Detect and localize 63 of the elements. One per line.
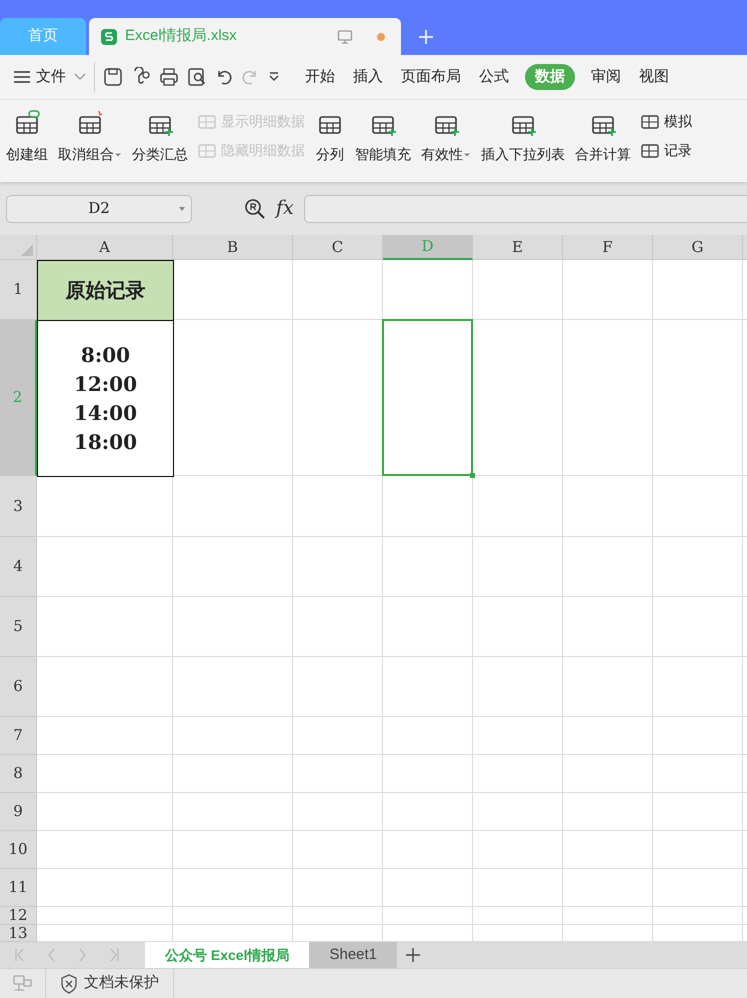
row-header[interactable]: 13: [0, 925, 37, 942]
ribbon-button[interactable]: 取消组合: [58, 110, 122, 165]
table-icon: [198, 112, 218, 130]
ribbon-button[interactable]: 有效性: [421, 110, 471, 165]
ribbon-tab[interactable]: 公式: [477, 66, 511, 88]
function-label[interactable]: fx: [276, 194, 294, 223]
column-header[interactable]: F: [563, 235, 653, 260]
print-icon[interactable]: [159, 67, 179, 87]
ribbon-button[interactable]: 分列: [315, 110, 345, 165]
column-header[interactable]: E: [473, 235, 563, 260]
ribbon-small-button[interactable]: 记录: [641, 140, 692, 161]
formula-input[interactable]: [304, 194, 747, 222]
row-header[interactable]: 10: [0, 831, 37, 869]
tab-label: 首页: [28, 26, 58, 46]
zoom-icon[interactable]: [244, 198, 266, 220]
status-text: 文档未保护: [84, 973, 159, 994]
ribbon-button[interactable]: 智能填充: [355, 110, 411, 165]
selected-cell[interactable]: [382, 319, 473, 476]
redo-icon[interactable]: [241, 68, 259, 86]
ribbon-tab[interactable]: 页面布局: [399, 66, 463, 88]
spreadsheet-logo-icon: [101, 28, 117, 44]
table-icon: [641, 142, 661, 160]
row-header[interactable]: 4: [0, 537, 37, 597]
new-tab-icon[interactable]: [418, 28, 434, 44]
ribbon-button[interactable]: 合并计算: [575, 110, 631, 165]
chevron-down-icon: [74, 73, 86, 81]
ribbon-tab[interactable]: 审阅: [589, 66, 623, 88]
table-cell: 原始记录: [37, 260, 174, 321]
column-header[interactable]: B: [173, 235, 293, 260]
row-header[interactable]: 7: [0, 717, 37, 755]
file-menu[interactable]: 文件: [12, 66, 86, 88]
row-header[interactable]: 1: [0, 260, 37, 320]
name-box[interactable]: D2: [6, 194, 192, 222]
ribbon-button[interactable]: 分类汇总: [132, 110, 188, 165]
row-header[interactable]: 5: [0, 597, 37, 657]
ribbon-tab[interactable]: 开始: [303, 66, 337, 88]
ribbon-small-button[interactable]: 模拟: [641, 111, 692, 132]
save-icon[interactable]: [103, 67, 123, 87]
menu-icon: [12, 69, 32, 85]
row-header[interactable]: 12: [0, 907, 37, 925]
add-sheet-icon[interactable]: [405, 947, 422, 963]
row-header[interactable]: 6: [0, 657, 37, 717]
column-header[interactable]: A: [37, 235, 173, 260]
sheet-tab[interactable]: Sheet1: [309, 942, 398, 968]
ribbon-tab[interactable]: 插入: [351, 66, 385, 88]
print-preview-icon[interactable]: [187, 67, 207, 87]
protection-status[interactable]: 文档未保护: [46, 969, 174, 998]
row-header[interactable]: 8: [0, 755, 37, 793]
table-icon: [198, 142, 218, 160]
column-header[interactable]: C: [293, 235, 383, 260]
row-header[interactable]: 11: [0, 869, 37, 907]
column-header[interactable]: G: [653, 235, 743, 260]
row-header[interactable]: 9: [0, 793, 37, 831]
tab-label: Excel情报局.xlsx: [125, 26, 237, 46]
table-cell: 8:00 12:00 14:00 18:00: [37, 320, 174, 477]
shield-icon: [60, 974, 78, 994]
device-icon[interactable]: [12, 974, 34, 994]
monitor-icon[interactable]: [337, 28, 353, 44]
ribbon-button[interactable]: 创建组: [6, 110, 48, 165]
row-header[interactable]: 3: [0, 476, 37, 537]
ribbon-tab[interactable]: 视图: [637, 66, 671, 88]
ribbon-button[interactable]: 插入下拉列表: [481, 110, 565, 165]
table-icon: [641, 112, 661, 130]
